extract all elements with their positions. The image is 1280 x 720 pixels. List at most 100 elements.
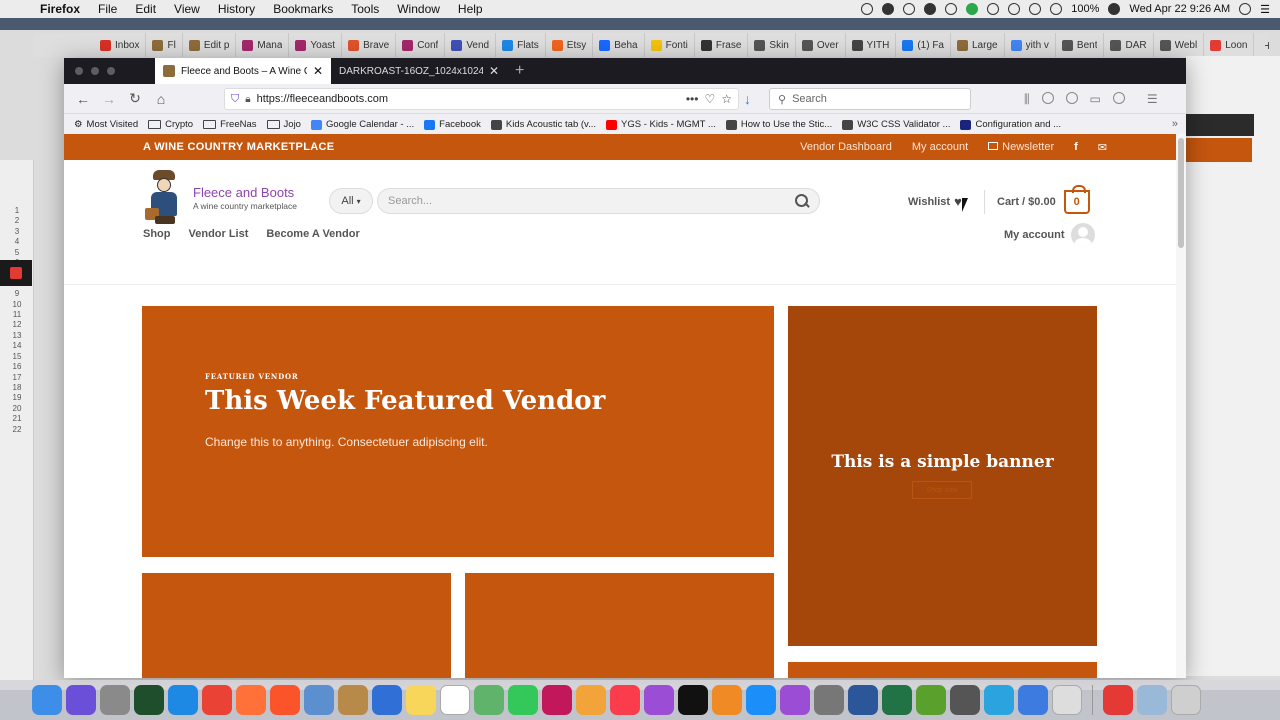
bookmark-item[interactable]: W3C CSS Validator ...: [842, 119, 950, 130]
page-scrollbar[interactable]: [1176, 134, 1186, 678]
launchpad-icon[interactable]: [100, 685, 130, 715]
excel-icon[interactable]: [882, 685, 912, 715]
download-icon[interactable]: ↓: [744, 91, 751, 107]
account-link[interactable]: My account: [1004, 223, 1095, 247]
promo-banner-3[interactable]: [788, 662, 1097, 678]
bookmark-item[interactable]: Configuration and ...: [960, 119, 1061, 130]
browser-search-field[interactable]: ⚲ Search: [769, 88, 971, 110]
menu-icon[interactable]: ☰: [1147, 92, 1158, 107]
background-tab[interactable]: Fonti: [645, 33, 695, 57]
wordpress-icon[interactable]: [1065, 92, 1078, 104]
tab-fleece-and-boots[interactable]: Fleece and Boots – A Wine Cou ✕: [155, 58, 331, 84]
background-tab[interactable]: (1) Fa: [896, 33, 951, 57]
nav-vendor-list[interactable]: Vendor List: [189, 228, 249, 240]
menu-file[interactable]: File: [89, 2, 126, 16]
menu-view[interactable]: View: [165, 2, 209, 16]
app-red-icon[interactable]: [1103, 685, 1133, 715]
background-tab[interactable]: Edit p: [183, 33, 237, 57]
time-machine-icon[interactable]: [987, 3, 1000, 15]
bluetooth-icon[interactable]: [1008, 3, 1021, 15]
cart-link[interactable]: Cart / $0.00 0: [997, 185, 1090, 214]
bookmark-item[interactable]: How to Use the Stic...: [725, 119, 832, 130]
category-select[interactable]: All ▾: [329, 188, 373, 214]
check-icon[interactable]: [966, 3, 979, 15]
simple-banner[interactable]: This is a simple banner Shop now: [788, 306, 1097, 646]
background-tab[interactable]: Mana: [236, 33, 290, 57]
menu-app-name[interactable]: Firefox: [36, 2, 89, 16]
newsletter-link[interactable]: Newsletter: [988, 141, 1054, 153]
close-tab-icon[interactable]: ✕: [489, 64, 499, 78]
podcasts-icon[interactable]: [644, 685, 674, 715]
siri-icon[interactable]: [66, 685, 96, 715]
photos-icon[interactable]: [576, 685, 606, 715]
nav-become-a-vendor[interactable]: Become A Vendor: [266, 228, 359, 240]
firefox-icon[interactable]: [236, 685, 266, 715]
bookmark-item[interactable]: YGS - Kids - MGMT ...: [606, 119, 716, 130]
finder-icon[interactable]: [32, 685, 62, 715]
shop-now-button[interactable]: Shop now: [912, 481, 972, 499]
brave-icon[interactable]: [270, 685, 300, 715]
battery-icon[interactable]: [1108, 3, 1121, 15]
promo-banner-1[interactable]: [142, 573, 451, 678]
bookmark-item[interactable]: FreeNas: [203, 119, 257, 130]
background-tab[interactable]: Frase: [695, 33, 749, 57]
scrollbar-thumb[interactable]: [1178, 138, 1184, 248]
shield-icon[interactable]: [903, 3, 916, 15]
app-store-icon[interactable]: [746, 685, 776, 715]
background-tab[interactable]: Conf: [396, 33, 446, 57]
search-icon[interactable]: [795, 194, 809, 208]
bookmark-item[interactable]: ⚙ Most Visited: [74, 119, 138, 130]
telegram-icon[interactable]: [984, 685, 1014, 715]
system-preferences-icon[interactable]: [814, 685, 844, 715]
search-input[interactable]: Search...: [377, 188, 820, 214]
textedit-icon[interactable]: [1052, 685, 1082, 715]
background-tab[interactable]: Yoast: [289, 33, 343, 57]
notification-icon[interactable]: [924, 3, 937, 15]
url-text[interactable]: https://fleeceandboots.com: [257, 93, 388, 105]
wifi-icon[interactable]: [1029, 3, 1042, 15]
bookmark-star-icon[interactable]: ☆: [721, 92, 732, 106]
notebook-icon[interactable]: [338, 685, 368, 715]
chevron-double-right-icon[interactable]: »: [1172, 118, 1178, 130]
my-account-link[interactable]: My account: [912, 141, 968, 153]
close-tab-icon[interactable]: ✕: [313, 64, 323, 78]
bookmark-item[interactable]: Facebook: [424, 119, 481, 130]
calculator-icon[interactable]: [950, 685, 980, 715]
site-logo[interactable]: Fleece and Boots A wine country marketpl…: [143, 168, 297, 228]
control-center-icon[interactable]: ☰: [1260, 3, 1270, 16]
menu-history[interactable]: History: [209, 2, 264, 16]
chrome-icon[interactable]: [202, 685, 232, 715]
app-grid-icon[interactable]: [134, 685, 164, 715]
folder-icon[interactable]: [1137, 685, 1167, 715]
page-actions-icon[interactable]: •••: [686, 92, 699, 106]
feedback-icon[interactable]: [780, 685, 810, 715]
menu-tools[interactable]: Tools: [342, 2, 388, 16]
music-icon[interactable]: [610, 685, 640, 715]
pocket-icon[interactable]: ♡: [704, 92, 715, 106]
background-tab[interactable]: Webl: [1154, 33, 1205, 57]
background-tab[interactable]: yith v: [1005, 33, 1056, 57]
featured-vendor-banner[interactable]: FEATURED VENDOR This Week Featured Vendo…: [142, 306, 774, 557]
safari-icon[interactable]: [168, 685, 198, 715]
wishlist-link[interactable]: Wishlist ♥: [908, 194, 962, 209]
maps-icon[interactable]: [474, 685, 504, 715]
background-tab[interactable]: DAR: [1104, 33, 1154, 57]
home-icon[interactable]: ⌂: [148, 91, 174, 107]
notes-icon[interactable]: [406, 685, 436, 715]
reload-icon[interactable]: ↻: [122, 90, 148, 107]
account-icon[interactable]: [1112, 92, 1125, 104]
menu-help[interactable]: Help: [449, 2, 492, 16]
background-new-tab-icon[interactable]: +: [1254, 37, 1269, 53]
chat-icon[interactable]: [1018, 685, 1048, 715]
books-icon[interactable]: [712, 685, 742, 715]
vimeo-icon[interactable]: [945, 3, 958, 15]
tv-icon[interactable]: [678, 685, 708, 715]
clock[interactable]: Wed Apr 22 9:26 AM: [1129, 3, 1230, 15]
background-tab[interactable]: Vend: [445, 33, 497, 57]
bookmark-item[interactable]: Crypto: [148, 119, 193, 130]
background-tab[interactable]: Over: [796, 33, 846, 57]
vpn-icon[interactable]: [861, 3, 874, 15]
messages-icon[interactable]: [508, 685, 538, 715]
preview-icon[interactable]: [304, 685, 334, 715]
record-button[interactable]: [0, 260, 32, 286]
